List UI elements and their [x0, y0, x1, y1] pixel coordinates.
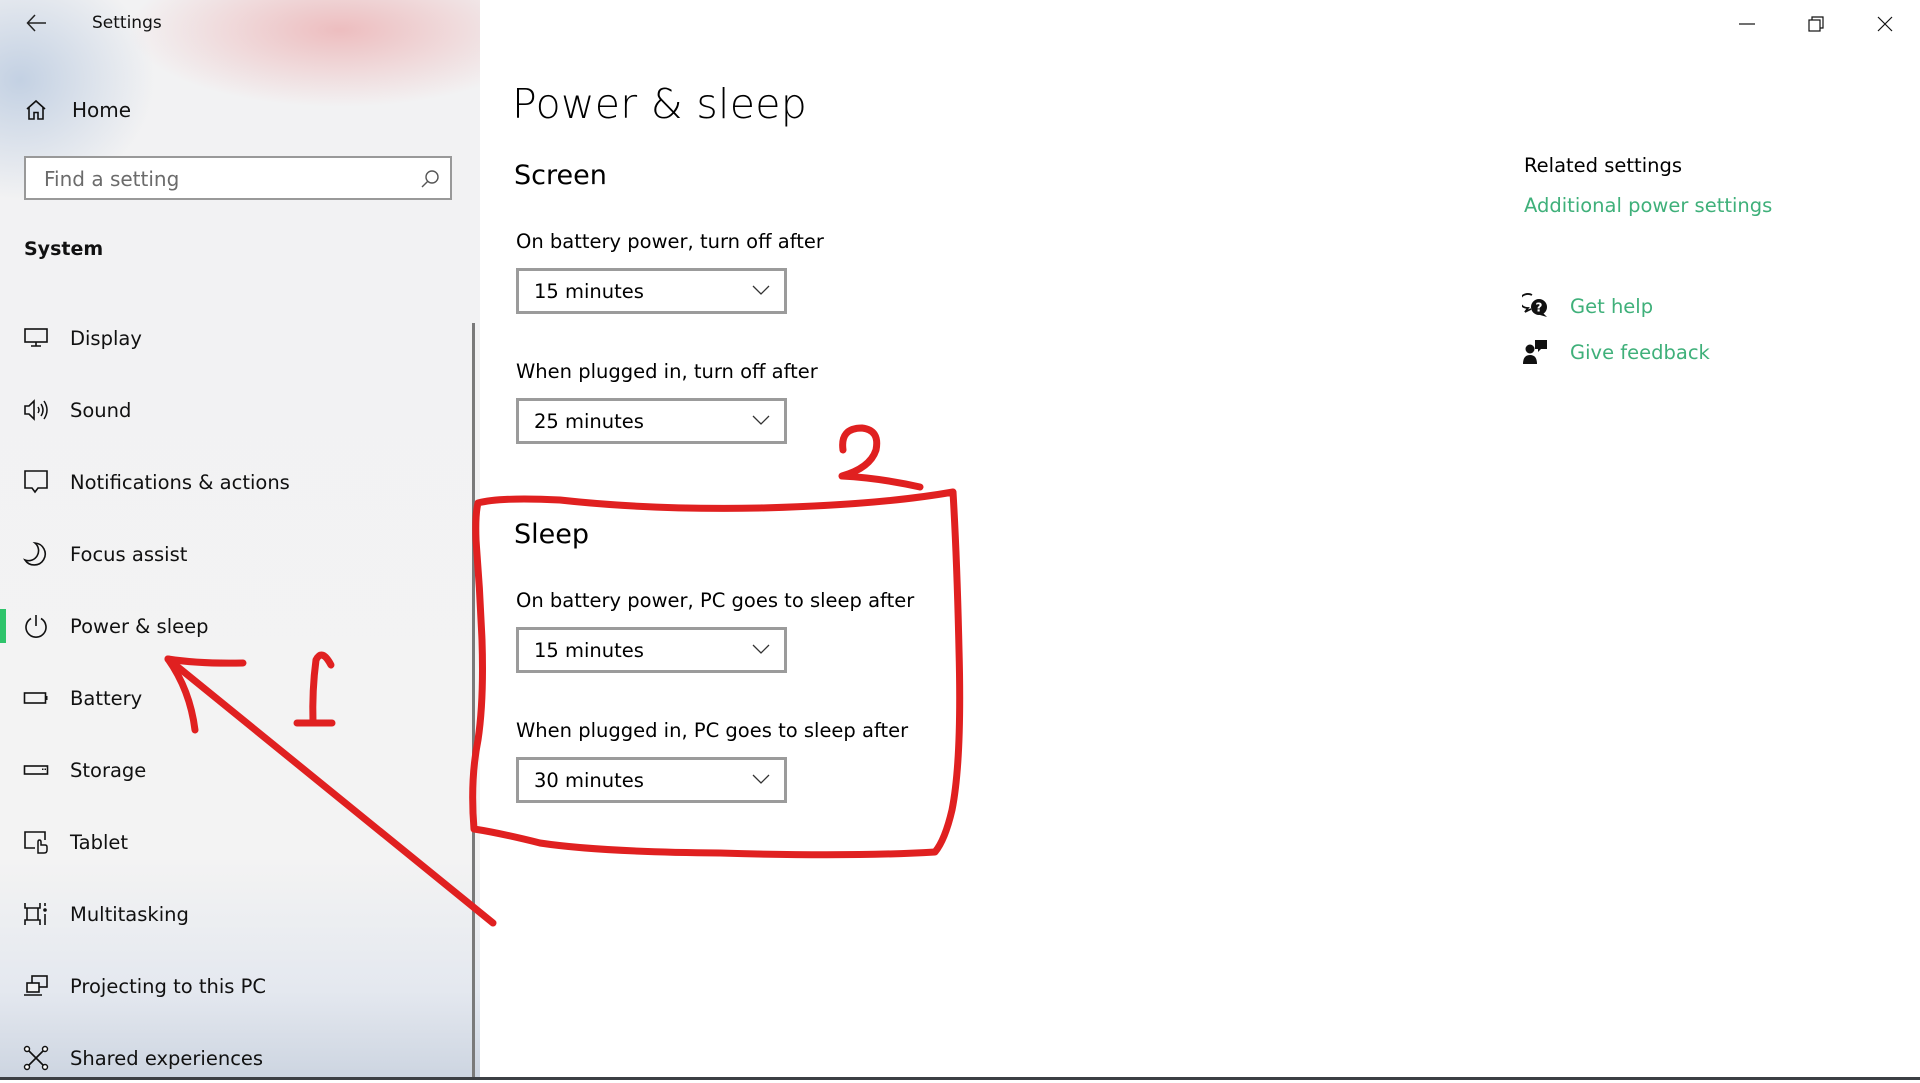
sound-icon — [22, 396, 50, 424]
sidebar-item-label: Battery — [70, 686, 143, 710]
window-title: Settings — [92, 13, 162, 33]
sidebar-item-label: Power & sleep — [70, 614, 209, 638]
section-heading-screen: Screen — [514, 160, 607, 191]
sidebar-item-power-sleep[interactable]: Power & sleep — [0, 601, 470, 651]
restore-icon — [1808, 16, 1824, 32]
chevron-down-icon — [752, 285, 770, 295]
sidebar-item-label: Focus assist — [70, 542, 188, 566]
chevron-down-icon — [752, 774, 770, 784]
sleep-battery-dropdown[interactable]: 15 minutes — [516, 627, 787, 673]
home-icon — [26, 99, 46, 120]
chevron-down-icon — [752, 415, 770, 425]
power-icon — [22, 612, 50, 640]
storage-icon — [22, 756, 50, 784]
sidebar-item-label: Storage — [70, 758, 147, 782]
minimize-button[interactable] — [1712, 0, 1782, 48]
notifications-icon — [22, 468, 50, 496]
battery-icon — [22, 684, 50, 712]
screen-battery-label: On battery power, turn off after — [516, 230, 824, 253]
restore-button[interactable] — [1781, 0, 1851, 48]
back-button[interactable] — [24, 10, 50, 36]
section-title-system: System — [24, 238, 104, 260]
display-icon — [22, 324, 50, 352]
back-arrow-icon — [26, 14, 46, 32]
sidebar-item-tablet[interactable]: Tablet — [0, 817, 470, 867]
related-settings-title: Related settings — [1524, 154, 1683, 177]
annotation-number-2 — [838, 424, 924, 491]
dropdown-value: 30 minutes — [534, 769, 644, 792]
screen-plugged-label: When plugged in, turn off after — [516, 360, 818, 383]
section-heading-sleep: Sleep — [514, 519, 590, 550]
sleep-battery-label: On battery power, PC goes to sleep after — [516, 589, 915, 612]
sidebar-item-home[interactable]: Home — [24, 92, 131, 128]
chevron-down-icon — [752, 644, 770, 654]
sidebar-scrollbar[interactable] — [472, 323, 475, 1077]
sidebar-item-battery[interactable]: Battery — [0, 673, 470, 723]
projecting-icon — [22, 972, 50, 1000]
get-help-link[interactable]: Get help — [1570, 295, 1653, 318]
sidebar-item-label: Multitasking — [70, 902, 189, 926]
screen-plugged-dropdown[interactable]: 25 minutes — [516, 398, 787, 444]
shared-experiences-icon — [22, 1044, 50, 1072]
minimize-icon — [1739, 23, 1755, 25]
sidebar-item-shared-experiences[interactable]: Shared experiences — [0, 1033, 470, 1083]
sidebar-item-label: Projecting to this PC — [70, 974, 266, 998]
sidebar-item-display[interactable]: Display — [0, 313, 470, 363]
close-button[interactable] — [1850, 0, 1920, 48]
search-box[interactable] — [24, 156, 452, 200]
sidebar-item-label: Shared experiences — [70, 1046, 264, 1070]
additional-power-settings-link[interactable]: Additional power settings — [1524, 194, 1772, 217]
page-title: Power & sleep — [512, 80, 808, 128]
dropdown-value: 25 minutes — [534, 410, 644, 433]
give-feedback-row[interactable]: Give feedback — [1522, 337, 1710, 367]
dropdown-value: 15 minutes — [534, 639, 644, 662]
sidebar-item-multitasking[interactable]: Multitasking — [0, 889, 470, 939]
multitasking-icon — [22, 900, 50, 928]
sidebar-item-focus-assist[interactable]: Focus assist — [0, 529, 470, 579]
selected-indicator — [0, 609, 6, 643]
sidebar-item-label: Notifications & actions — [70, 470, 290, 494]
svg-text:?: ? — [1536, 301, 1543, 315]
sidebar-item-notifications[interactable]: Notifications & actions — [0, 457, 470, 507]
screen-battery-dropdown[interactable]: 15 minutes — [516, 268, 787, 314]
tablet-icon — [22, 828, 50, 856]
sidebar-item-label: Tablet — [70, 830, 129, 854]
sidebar-item-sound[interactable]: Sound — [0, 385, 470, 435]
close-icon — [1877, 16, 1893, 32]
search-input[interactable] — [42, 166, 416, 192]
give-feedback-icon — [1523, 340, 1547, 364]
moon-icon — [22, 540, 50, 568]
get-help-row[interactable]: ? Get help — [1522, 291, 1653, 321]
dropdown-value: 15 minutes — [534, 280, 644, 303]
sidebar-item-label: Display — [70, 326, 142, 350]
sleep-plugged-dropdown[interactable]: 30 minutes — [516, 757, 787, 803]
sidebar: Settings Home System Display Sound Notif… — [0, 0, 480, 1077]
get-help-icon: ? — [1522, 293, 1547, 317]
give-feedback-link[interactable]: Give feedback — [1570, 341, 1710, 364]
search-icon[interactable] — [420, 169, 440, 189]
home-label: Home — [72, 98, 132, 122]
sidebar-item-label: Sound — [70, 398, 132, 422]
sleep-plugged-label: When plugged in, PC goes to sleep after — [516, 719, 909, 742]
sidebar-item-storage[interactable]: Storage — [0, 745, 470, 795]
sidebar-item-projecting[interactable]: Projecting to this PC — [0, 961, 470, 1011]
